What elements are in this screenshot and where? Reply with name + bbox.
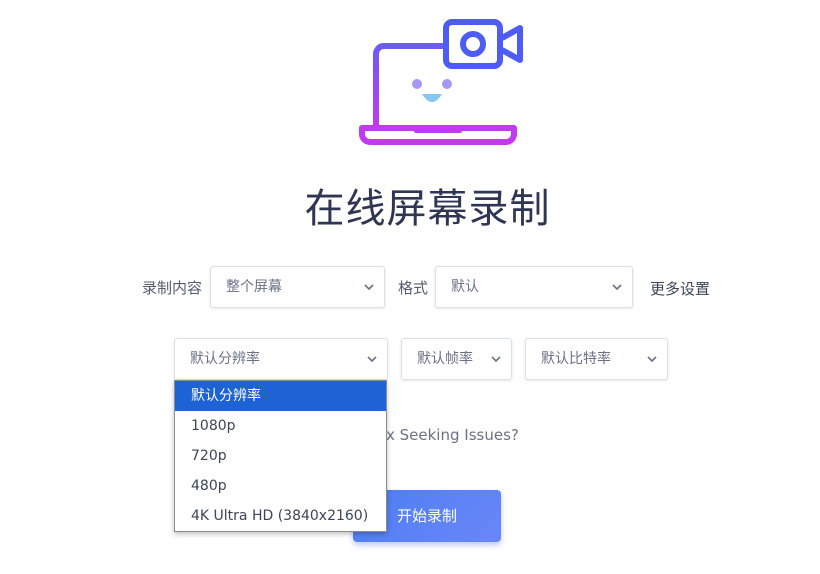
resolution-option[interactable]: 默认分辨率 [175,381,386,411]
resolution-option[interactable]: 1080p [175,411,386,441]
bitrate-select[interactable]: 默认比特率 [525,338,668,380]
resolution-option[interactable]: 720p [175,441,386,471]
page-title: 在线屏幕录制 [304,186,551,232]
start-recording-label: 开始录制 [396,507,457,525]
laptop-camera-icon [359,19,523,145]
chevron-down-icon [491,354,501,364]
chevron-down-icon [647,354,657,364]
resolution-select-value: 默认分辨率 [190,351,260,367]
chevron-down-icon [367,354,377,364]
framerate-select-value: 默认帧率 [417,351,473,367]
content-select[interactable]: 整个屏幕 [210,266,385,308]
resolution-select[interactable]: 默认分辨率 [174,338,388,380]
resolution-option[interactable]: 480p [175,471,386,501]
format-select-value: 默认 [451,279,479,295]
seeking-issues-hint[interactable]: x Seeking Issues? [386,426,519,444]
more-settings-link[interactable]: 更多设置 [650,278,710,299]
laptop-camera-logo [356,16,526,148]
chevron-down-icon [364,282,374,292]
resolution-option[interactable]: 4K Ultra HD (3840x2160) [175,501,386,531]
bitrate-select-value: 默认比特率 [541,351,611,367]
content-label: 录制内容 [142,279,203,297]
format-label: 格式 [398,279,429,297]
content-select-value: 整个屏幕 [226,279,282,295]
resolution-dropdown-list: 默认分辨率 1080p 720p 480p 4K Ultra HD (3840x… [174,380,387,532]
format-select[interactable]: 默认 [435,266,633,308]
chevron-down-icon [612,282,622,292]
framerate-select[interactable]: 默认帧率 [401,338,512,380]
